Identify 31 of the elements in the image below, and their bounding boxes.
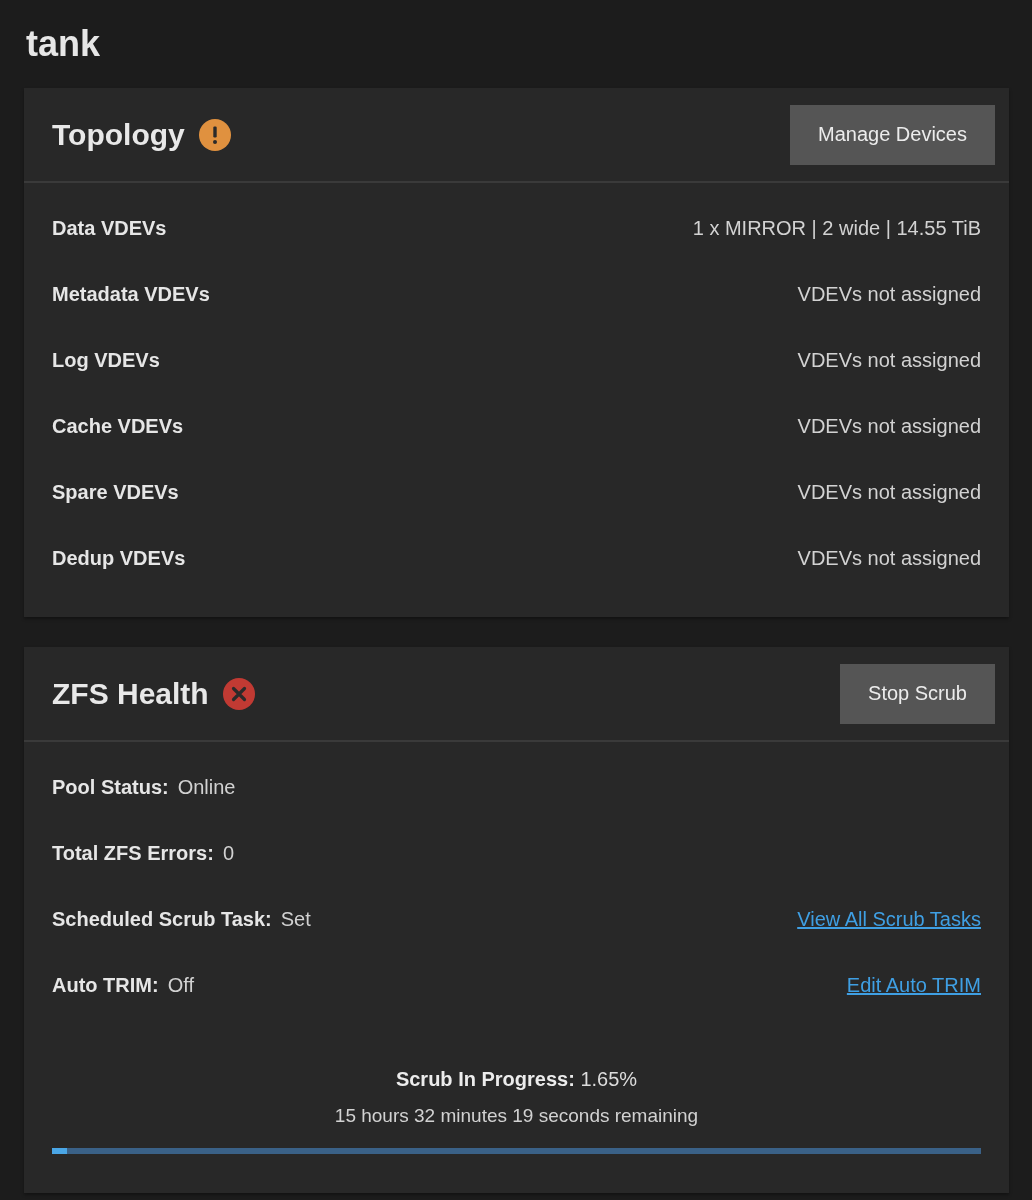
row-label: Auto TRIM: [52, 973, 159, 997]
row-label: Dedup VDEVs [52, 546, 186, 570]
row-link[interactable]: Edit Auto TRIM [846, 973, 981, 997]
row-value: 0 [222, 841, 234, 865]
row-value: Online [177, 775, 236, 799]
card-title: ZFS Health [52, 676, 209, 711]
row-label: Total ZFS Errors: [52, 841, 214, 865]
row-value: Set [280, 907, 311, 931]
row-value: Off [167, 973, 194, 997]
row-value: VDEVs not assigned [797, 546, 981, 570]
row-label: Cache VDEVs [52, 414, 184, 438]
row-value: VDEVs not assigned [797, 282, 981, 306]
warning-icon [198, 118, 231, 151]
scrub-progress-text: Scrub In Progress: 1.65% [395, 1067, 638, 1092]
row-label: Data VDEVs [52, 216, 167, 240]
card-title: Topology [52, 117, 185, 152]
page-title: tank [26, 23, 101, 65]
stop-scrub-button[interactable]: Stop Scrub [840, 663, 995, 724]
time-remaining-text: 15 hours 32 minutes 19 seconds remaining [334, 1104, 699, 1128]
row-label: Spare VDEVs [52, 480, 179, 504]
row-value: VDEVs not assigned [797, 348, 981, 372]
manage-devices-button[interactable]: Manage Devices [790, 104, 995, 165]
row-label: Pool Status: [52, 775, 169, 799]
row-label: Scheduled Scrub Task: [52, 907, 272, 931]
row-label: Log VDEVs [52, 348, 160, 372]
row-value: 1 x MIRROR | 2 wide | 14.55 TiB [692, 216, 981, 240]
row-link[interactable]: View All Scrub Tasks [797, 907, 981, 931]
row-value: VDEVs not assigned [797, 414, 981, 438]
error-icon [222, 677, 255, 710]
row-label: Metadata VDEVs [52, 282, 210, 306]
row-value: VDEVs not assigned [797, 480, 981, 504]
